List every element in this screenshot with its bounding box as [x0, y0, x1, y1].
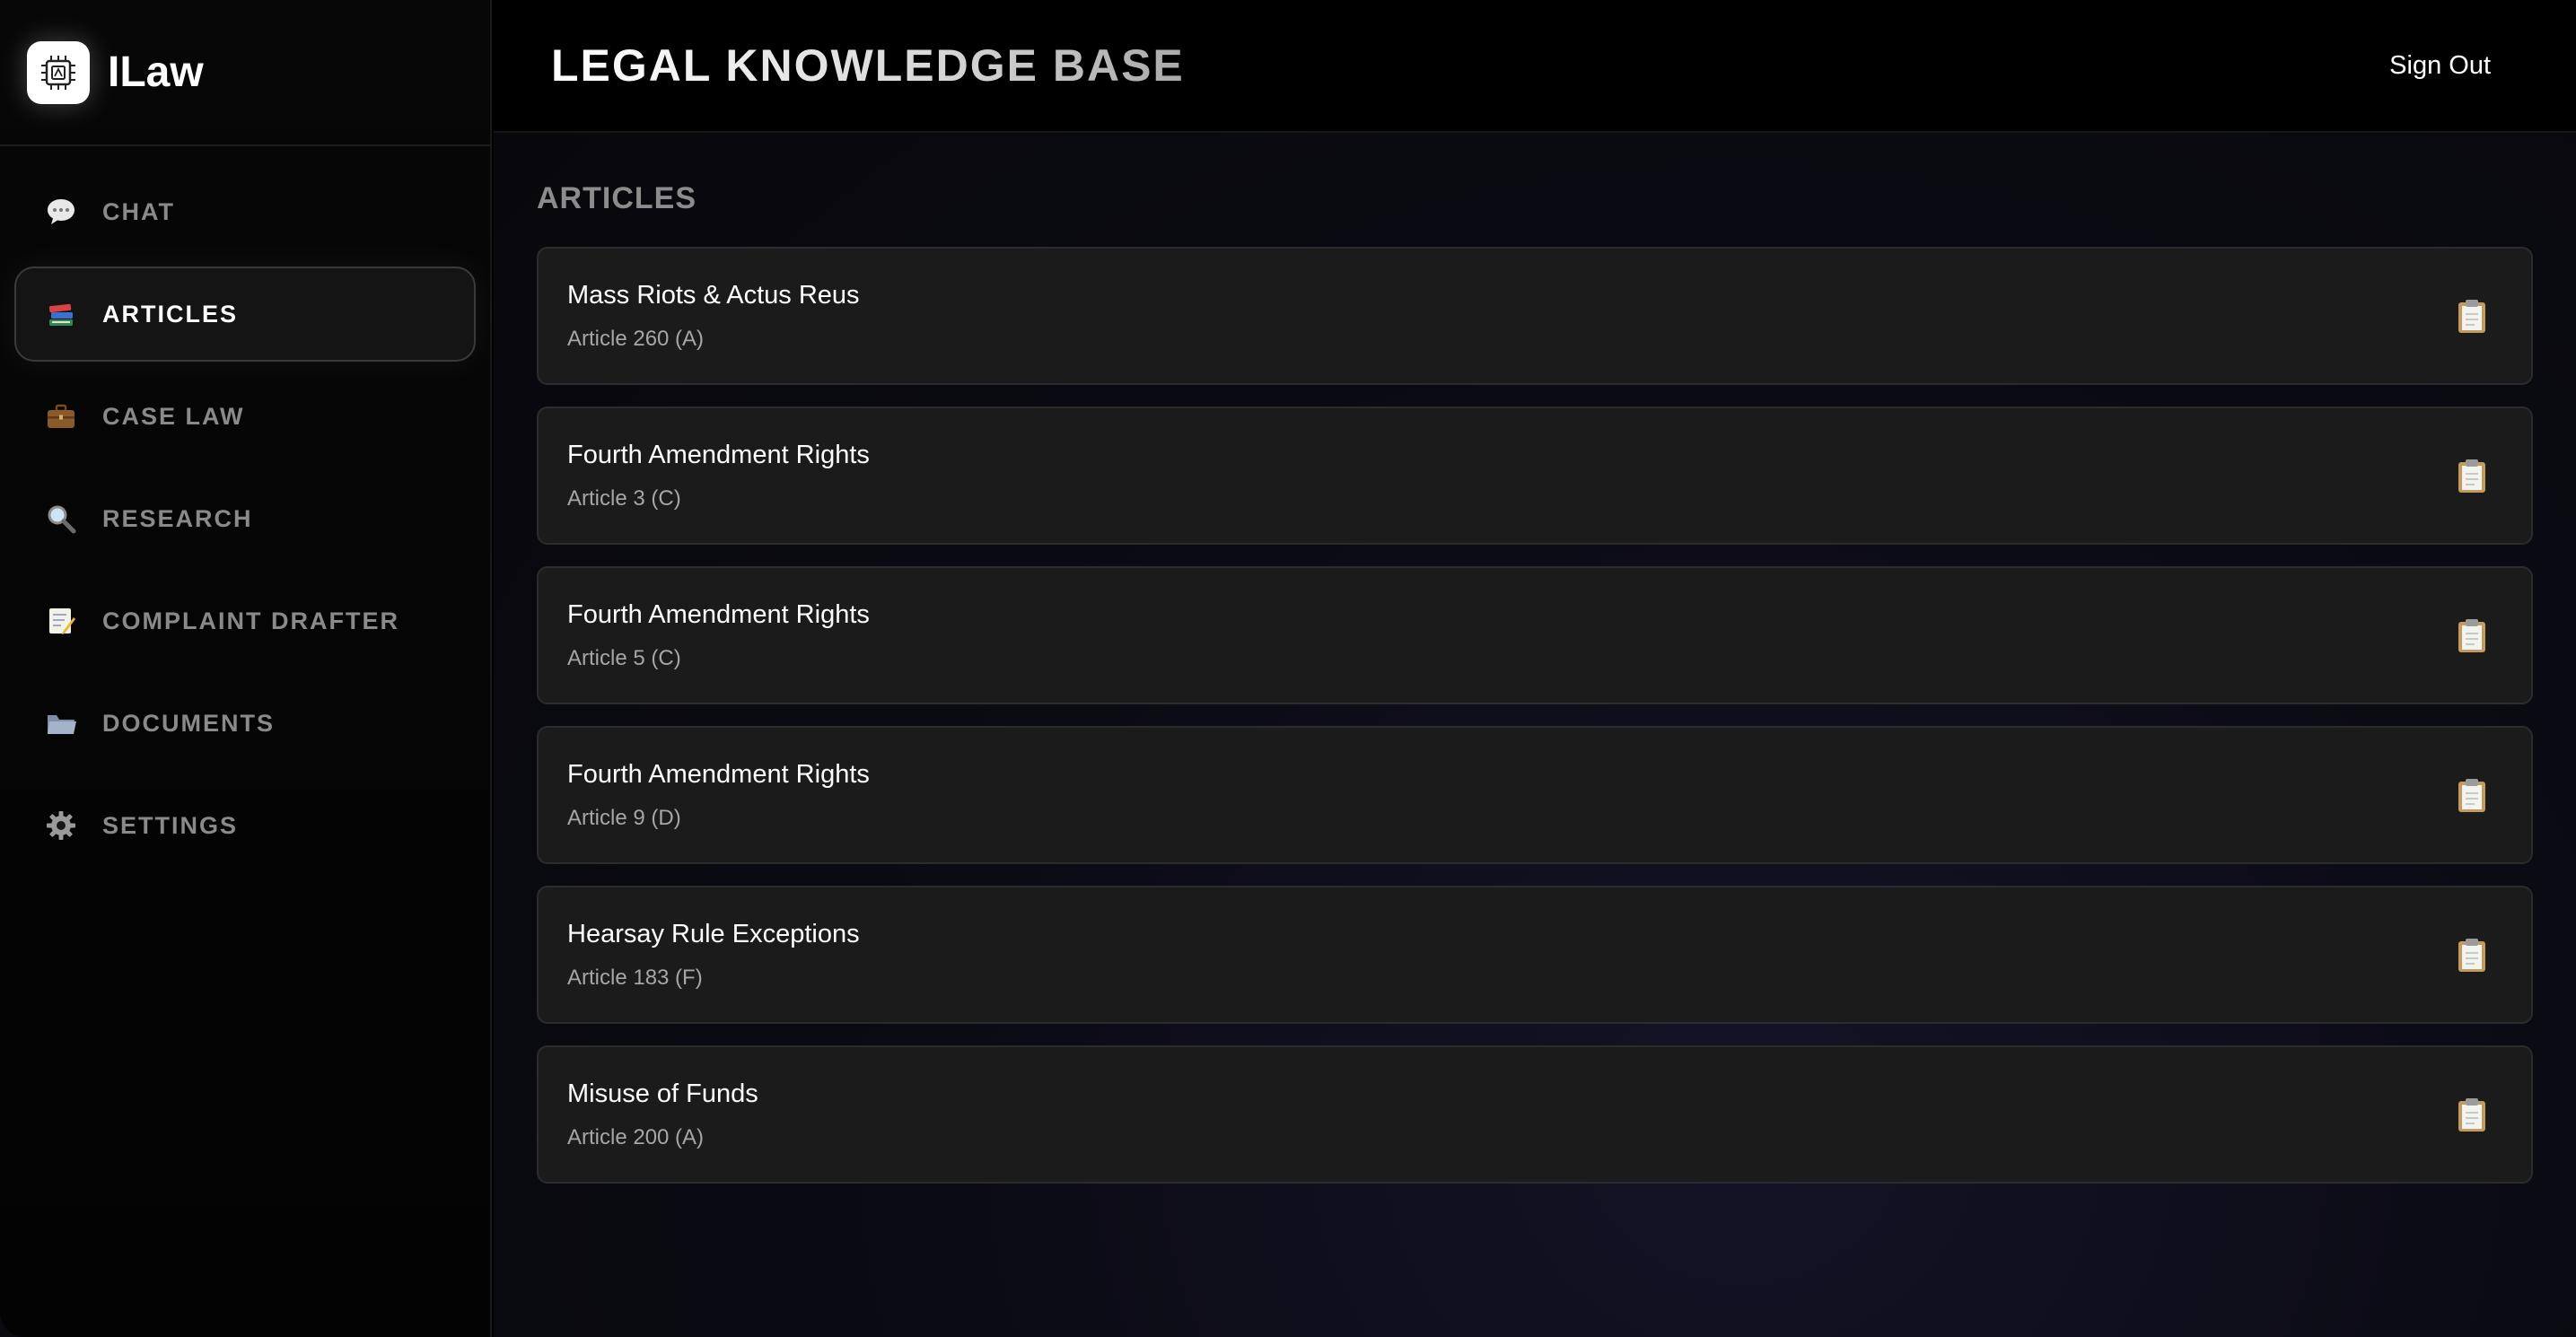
article-reference: Article 9 (D)	[567, 805, 681, 830]
sidebar-item-chat[interactable]: CHAT	[14, 164, 476, 259]
section-title: ARTICLES	[537, 181, 697, 215]
magnifier-icon	[43, 501, 79, 537]
brand: ILaw	[0, 0, 490, 146]
sidebar-item-research[interactable]: RESEARCH	[14, 471, 476, 566]
article-title: Hearsay Rule Exceptions	[567, 919, 860, 948]
folder-icon	[43, 705, 79, 741]
sidebar-item-articles[interactable]: ARTICLES	[14, 267, 476, 362]
clipboard-icon[interactable]	[2454, 1095, 2490, 1134]
sidebar-item-label: ARTICLES	[102, 300, 238, 328]
clipboard-icon[interactable]	[2454, 616, 2490, 655]
article-card[interactable]: Fourth Amendment Rights Article 3 (C)	[537, 406, 2533, 545]
main-panel: LEGAL KNOWLEDGE BASE Sign Out ARTICLES M…	[494, 0, 2576, 1337]
article-reference: Article 5 (C)	[567, 645, 681, 670]
sign-out-button[interactable]: Sign Out	[2389, 51, 2491, 81]
article-title: Mass Riots & Actus Reus	[567, 280, 860, 310]
sidebar: ILaw CHAT ARTICLES CASE LAW RESEARCH COM…	[0, 0, 492, 1337]
article-title: Fourth Amendment Rights	[567, 759, 870, 789]
sidebar-item-settings[interactable]: SETTINGS	[14, 778, 476, 873]
sidebar-item-complaint-drafter[interactable]: COMPLAINT DRAFTER	[14, 573, 476, 668]
speech-bubble-icon	[43, 194, 79, 230]
sidebar-item-case-law[interactable]: CASE LAW	[14, 369, 476, 464]
sidebar-nav: CHAT ARTICLES CASE LAW RESEARCH COMPLAIN…	[0, 146, 490, 873]
clipboard-icon[interactable]	[2454, 775, 2490, 815]
gear-icon	[43, 808, 79, 843]
chip-logo-icon	[27, 40, 90, 104]
top-bar: LEGAL KNOWLEDGE BASE Sign Out	[494, 0, 2576, 133]
article-card[interactable]: Fourth Amendment Rights Article 9 (D)	[537, 726, 2533, 864]
article-title: Misuse of Funds	[567, 1079, 758, 1108]
sidebar-item-label: RESEARCH	[102, 504, 253, 532]
clipboard-icon[interactable]	[2454, 935, 2490, 974]
books-icon	[43, 296, 79, 332]
memo-icon	[43, 603, 79, 639]
briefcase-icon	[43, 398, 79, 434]
clipboard-icon[interactable]	[2454, 296, 2490, 336]
sidebar-item-label: COMPLAINT DRAFTER	[102, 607, 399, 634]
app-name: ILaw	[108, 48, 204, 96]
article-card[interactable]: Fourth Amendment Rights Article 5 (C)	[537, 566, 2533, 704]
article-card[interactable]: Misuse of Funds Article 200 (A)	[537, 1045, 2533, 1184]
sidebar-item-documents[interactable]: DOCUMENTS	[14, 676, 476, 771]
article-title: Fourth Amendment Rights	[567, 599, 870, 629]
articles-section: ARTICLES Mass Riots & Actus Reus Article…	[494, 133, 2576, 1184]
article-card[interactable]: Hearsay Rule Exceptions Article 183 (F)	[537, 886, 2533, 1024]
sidebar-item-label: CHAT	[102, 197, 175, 225]
article-card[interactable]: Mass Riots & Actus Reus Article 260 (A)	[537, 247, 2533, 385]
clipboard-icon[interactable]	[2454, 456, 2490, 495]
article-reference: Article 260 (A)	[567, 326, 705, 351]
sidebar-item-label: DOCUMENTS	[102, 709, 275, 737]
app-window: ILaw CHAT ARTICLES CASE LAW RESEARCH COM…	[0, 0, 2576, 1337]
sidebar-item-label: SETTINGS	[102, 811, 239, 839]
article-reference: Article 183 (F)	[567, 965, 703, 990]
article-title: Fourth Amendment Rights	[567, 440, 870, 469]
sidebar-item-label: CASE LAW	[102, 402, 245, 430]
article-reference: Article 200 (A)	[567, 1124, 705, 1149]
page-title: LEGAL KNOWLEDGE BASE	[551, 40, 1185, 91]
article-reference: Article 3 (C)	[567, 485, 681, 511]
